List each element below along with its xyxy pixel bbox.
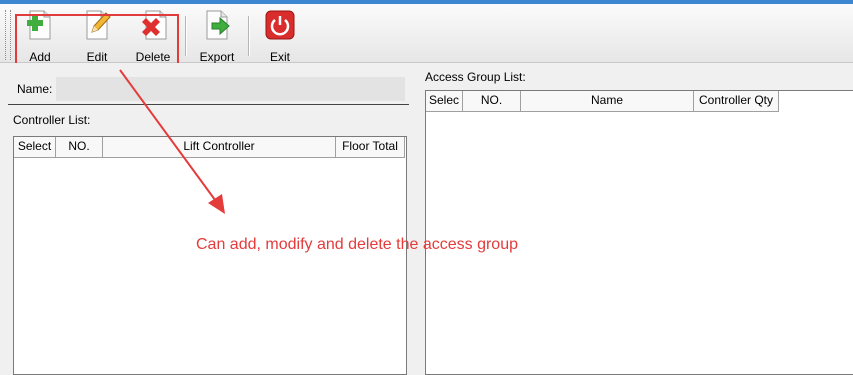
- toolbar: Add Edit Delete Export Exit: [0, 4, 853, 66]
- power-icon: [265, 10, 295, 40]
- access-group-list-grid[interactable]: Selec NO. Name Controller Qty: [425, 90, 853, 375]
- export-button[interactable]: Export: [197, 8, 237, 64]
- column-header-no[interactable]: NO.: [56, 137, 103, 157]
- name-input[interactable]: [56, 77, 405, 101]
- column-header-select[interactable]: Select: [14, 137, 56, 157]
- controller-list-grid[interactable]: Select NO. Lift Controller Floor Total: [13, 136, 407, 375]
- highlight-box: [15, 14, 179, 66]
- exit-button[interactable]: Exit: [262, 8, 298, 64]
- toolbar-grip[interactable]: [5, 10, 11, 60]
- column-header-lift-controller[interactable]: Lift Controller: [103, 137, 336, 157]
- divider: [8, 104, 409, 105]
- column-header-controller-qty[interactable]: Controller Qty: [694, 91, 779, 111]
- exit-label: Exit: [269, 50, 290, 64]
- column-header-select[interactable]: Selec: [426, 91, 463, 111]
- name-label: Name:: [17, 82, 53, 96]
- column-header-no[interactable]: NO.: [463, 91, 521, 111]
- controller-list-title: Controller List:: [13, 113, 91, 127]
- controller-list-header: Select NO. Lift Controller Floor Total: [14, 137, 405, 158]
- annotation-text: Can add, modify and delete the access gr…: [196, 236, 518, 253]
- access-group-list-header: Selec NO. Name Controller Qty: [426, 91, 779, 112]
- column-header-floor-total[interactable]: Floor Total: [336, 137, 405, 157]
- toolbar-separator: [248, 16, 250, 56]
- export-label: Export: [199, 50, 235, 64]
- export-arrow-icon: [206, 10, 230, 40]
- access-group-list-title: Access Group List:: [425, 70, 526, 84]
- column-header-name[interactable]: Name: [521, 91, 694, 111]
- toolbar-separator: [185, 16, 187, 56]
